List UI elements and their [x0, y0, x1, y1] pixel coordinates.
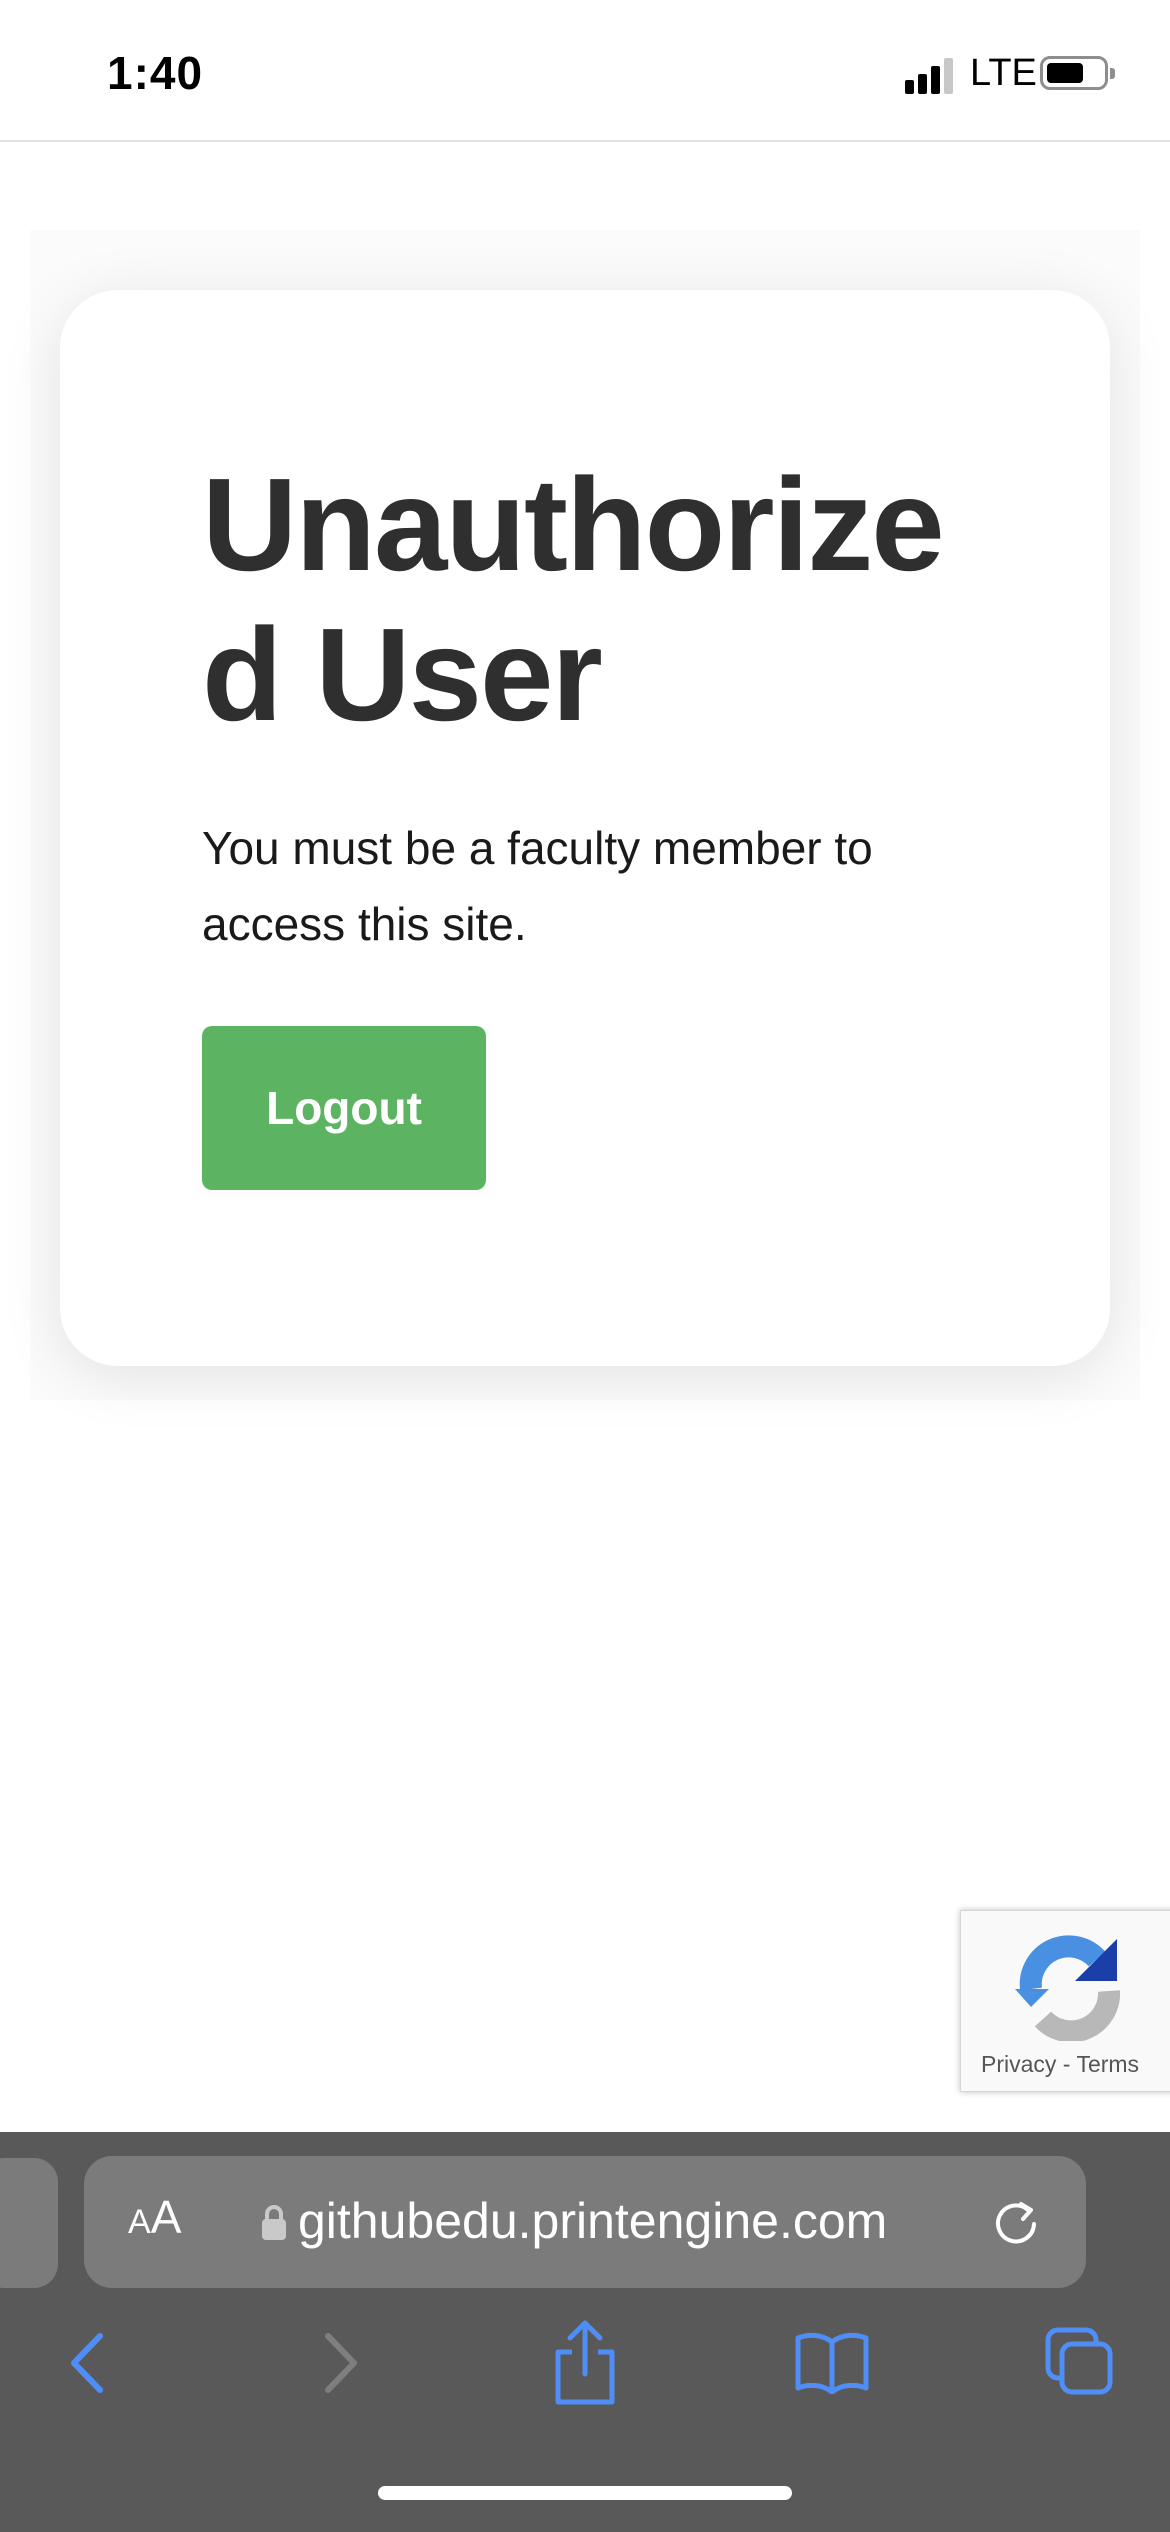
cellular-signal-icon [905, 58, 957, 94]
network-type-label: LTE [970, 52, 1037, 94]
reload-icon[interactable] [988, 2194, 1044, 2250]
home-indicator[interactable] [378, 2486, 792, 2500]
address-bar[interactable]: AA githubedu.printengine.com [84, 2156, 1086, 2288]
back-icon[interactable] [62, 2328, 112, 2398]
logout-button[interactable]: Logout [202, 1026, 486, 1190]
unauthorized-card: Unauthorized User You must be a faculty … [60, 290, 1110, 1366]
unauthorized-message: You must be a faculty member to access t… [202, 822, 873, 950]
privacy-link[interactable]: Privacy [981, 2051, 1056, 2077]
link-separator: - [1056, 2051, 1077, 2077]
status-time: 1:40 [107, 47, 204, 99]
battery-icon [1040, 56, 1115, 90]
terms-link[interactable]: Terms [1076, 2051, 1139, 2077]
tabs-icon[interactable] [1044, 2326, 1116, 2398]
page-title: Unauthorized User [202, 451, 945, 748]
recaptcha-links: Privacy - Terms [981, 2051, 1139, 2078]
lock-icon [262, 2205, 286, 2240]
bookmarks-icon[interactable] [794, 2330, 870, 2394]
previous-tab-preview[interactable] [0, 2158, 58, 2288]
browser-toolbar: AA githubedu.printengine.com [0, 2132, 1170, 2532]
status-bar: 1:40 LTE [0, 0, 1170, 142]
url-field[interactable]: githubedu.printengine.com [298, 2192, 887, 2250]
text-size-button[interactable]: AA [128, 2190, 181, 2244]
recaptcha-badge[interactable]: Privacy - Terms [960, 1910, 1170, 2092]
share-icon[interactable] [550, 2318, 620, 2408]
forward-icon[interactable] [316, 2328, 366, 2398]
recaptcha-logo-icon [1015, 1935, 1121, 2041]
